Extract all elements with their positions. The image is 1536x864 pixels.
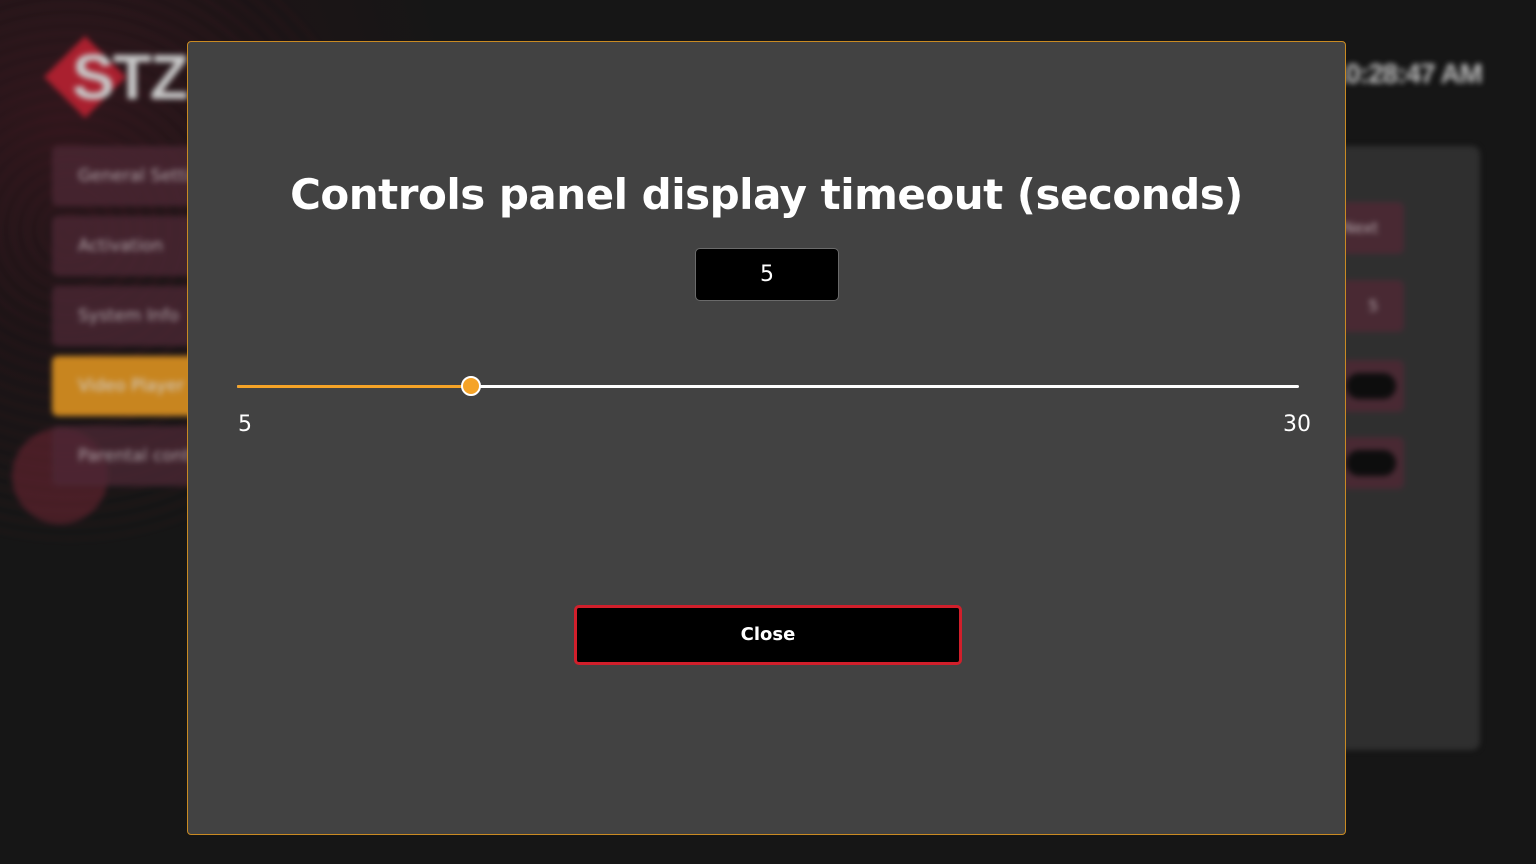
dialog-title: Controls panel display timeout (seconds) — [290, 170, 1243, 219]
slider-max-label: 30 — [1283, 412, 1311, 437]
slider-fill — [237, 385, 471, 388]
screen: STZ 10:28:47 AM General Settings Activat… — [0, 0, 1536, 864]
timeout-slider[interactable] — [237, 376, 1299, 396]
slider-min-label: 5 — [238, 412, 252, 437]
timeout-dialog: Controls panel display timeout (seconds)… — [187, 41, 1346, 835]
timeout-value-display: 5 — [695, 248, 839, 301]
slider-thumb[interactable] — [460, 376, 481, 396]
close-button[interactable]: Close — [574, 605, 962, 665]
